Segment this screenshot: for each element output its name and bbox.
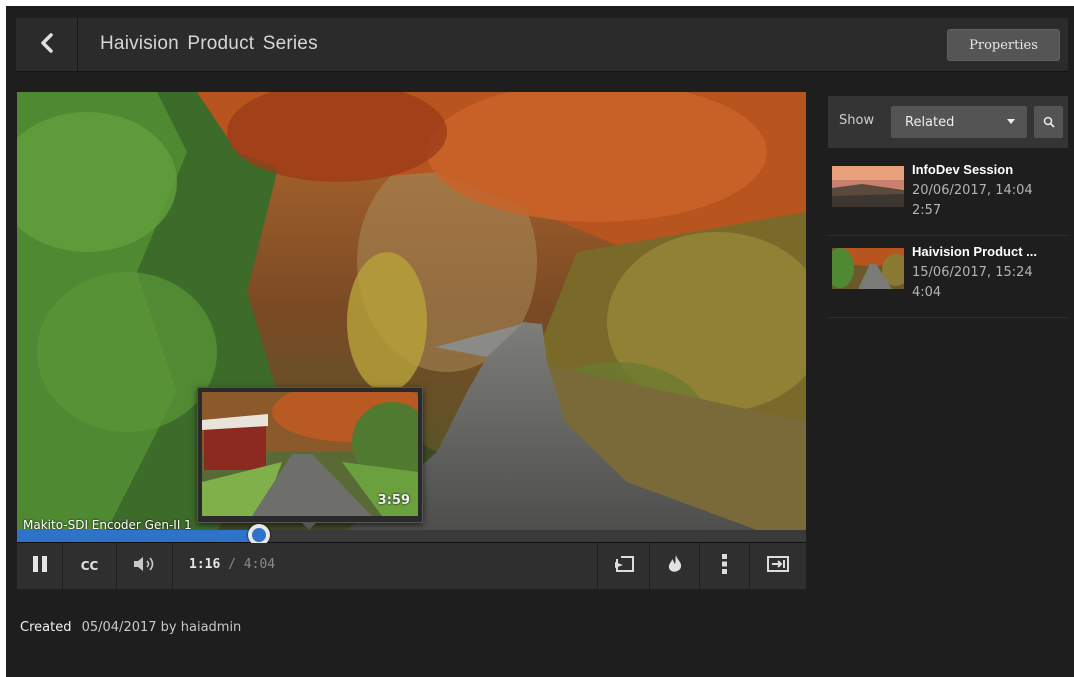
share-button[interactable] (597, 543, 649, 589)
created-label: Created (20, 620, 72, 635)
related-duration: 4:04 (912, 285, 942, 300)
search-icon (1043, 113, 1055, 132)
progress-bar[interactable] (17, 524, 806, 546)
related-title: InfoDev Session (912, 162, 1014, 177)
back-button[interactable] (16, 18, 78, 72)
flame-button[interactable] (649, 543, 699, 589)
created-date: 05/04/2017 (81, 620, 157, 635)
show-select-value: Related (905, 114, 955, 130)
flame-icon (667, 554, 683, 578)
chevron-left-icon (40, 33, 54, 57)
related-thumbnail (832, 248, 904, 289)
progress-fill (17, 530, 259, 542)
header-bar: Haivision Product Series Properties (16, 18, 1068, 72)
more-vertical-icon (721, 554, 728, 578)
video-player: 3:59 Makito-SDI Encoder Gen-II 1 CC 1:16… (17, 92, 806, 589)
related-thumbnail (832, 166, 904, 207)
cc-button[interactable]: CC (63, 543, 117, 589)
time-current: 1:16 (189, 557, 221, 572)
search-button[interactable] (1034, 106, 1063, 138)
page-title: Haivision Product Series (100, 33, 318, 54)
volume-icon (132, 555, 158, 577)
related-item[interactable]: InfoDev Session 20/06/2017, 14:04 2:57 (828, 158, 1068, 236)
show-filter-bar: Show Related (828, 96, 1068, 148)
theater-mode-button[interactable] (749, 543, 806, 589)
related-date: 15/06/2017, 15:24 (912, 265, 1033, 280)
chevron-down-icon (1007, 119, 1015, 124)
volume-button[interactable] (117, 543, 173, 589)
related-sidebar: Show Related InfoDev Session 20/06/2017,… (828, 96, 1068, 326)
pause-button[interactable] (17, 543, 63, 589)
time-total: 4:04 (243, 557, 276, 572)
scrub-preview-tooltip: 3:59 (197, 387, 423, 530)
related-title: Haivision Product ... (912, 244, 1037, 259)
more-options-button[interactable] (699, 543, 749, 589)
time-separator: / (228, 557, 236, 572)
app-window: Haivision Product Series Properties 3:59… (6, 6, 1074, 677)
preview-time: 3:59 (377, 493, 410, 508)
created-info: Created 05/04/2017 by haiadmin (20, 620, 241, 635)
show-select[interactable]: Related (891, 106, 1027, 138)
theater-mode-icon (767, 556, 789, 576)
pause-icon (31, 555, 49, 577)
preview-thumbnail: 3:59 (202, 392, 418, 516)
control-bar: CC 1:16 / 4:04 (17, 543, 806, 589)
properties-button[interactable]: Properties (947, 29, 1060, 61)
preview-caret (302, 523, 316, 530)
created-by: by haiadmin (160, 620, 242, 635)
related-item[interactable]: Haivision Product ... 15/06/2017, 15:24 … (828, 240, 1068, 318)
cc-label: CC (80, 559, 99, 573)
show-label: Show (839, 113, 875, 128)
related-duration: 2:57 (912, 203, 942, 218)
time-display: 1:16 / 4:04 (189, 557, 275, 572)
related-date: 20/06/2017, 14:04 (912, 183, 1033, 198)
share-icon (613, 555, 635, 577)
